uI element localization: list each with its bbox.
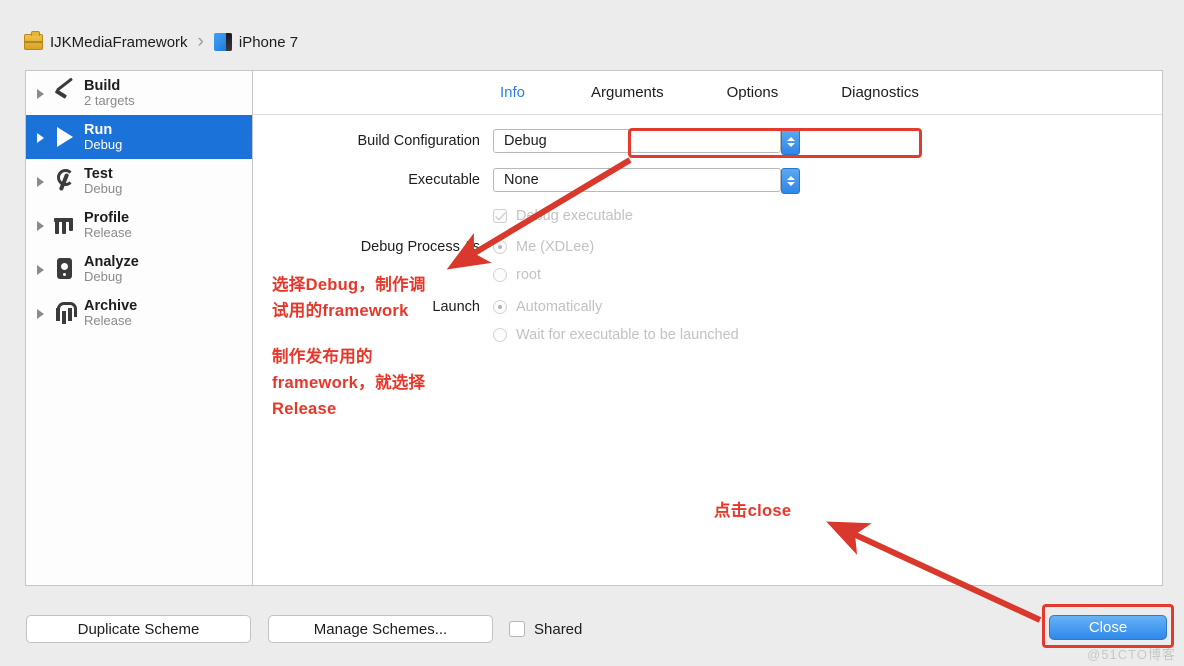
chevron-updown-icon[interactable] [781, 168, 800, 194]
manage-schemes-button[interactable]: Manage Schemes... [268, 615, 493, 643]
wrench-icon [52, 167, 79, 195]
breadcrumb-project[interactable]: IJKMediaFramework [50, 34, 188, 51]
build-configuration-value: Debug [504, 133, 547, 149]
debug-executable-row: Debug executable [253, 208, 633, 224]
sidebar-item-test[interactable]: Test Debug [26, 159, 252, 203]
sidebar-item-archive[interactable]: Archive Release [26, 291, 252, 335]
watermark: @51CTO博客 [1087, 647, 1176, 662]
sidebar-item-analyze[interactable]: Analyze Debug [26, 247, 252, 291]
sidebar-item-sublabel: Debug [84, 268, 123, 284]
executable-row: Executable None [253, 168, 800, 194]
sidebar-item-sublabel: Release [84, 312, 132, 328]
sidebar-item-sublabel: 2 targets [84, 92, 135, 108]
archive-icon [52, 299, 79, 327]
debug-process-as-radio-root[interactable] [493, 268, 507, 282]
breadcrumb: IJKMediaFramework › iPhone 7 [24, 28, 298, 56]
annotation-release-note: 制作发布用的 framework，就选择 Release [272, 348, 426, 419]
executable-label: Executable [408, 172, 480, 188]
breadcrumb-separator-icon: › [197, 31, 204, 52]
debug-process-as-row: Debug Process As Me (XDLee) [253, 239, 594, 255]
gauge-icon [52, 211, 79, 239]
build-configuration-row: Build Configuration Debug [253, 129, 800, 155]
debug-executable-checkbox[interactable] [493, 209, 507, 223]
launch-option-automatically-label: Automatically [516, 299, 603, 315]
build-configuration-label: Build Configuration [357, 133, 480, 149]
footer-bar: Duplicate Scheme Manage Schemes... Share… [0, 596, 1184, 666]
tab-bar: Info Arguments Options Diagnostics [253, 71, 1162, 115]
launch-radio-wait[interactable] [493, 328, 507, 342]
annotation-close-note: 点击close [714, 502, 792, 520]
tab-info[interactable]: Info [496, 84, 529, 101]
sidebar-item-label: Analyze [84, 253, 139, 270]
disclosure-triangle-icon[interactable] [34, 131, 47, 144]
sidebar-item-label: Run [84, 121, 113, 138]
sidebar-item-label: Test [84, 165, 113, 182]
shared-checkbox-group[interactable]: Shared [509, 615, 582, 643]
annotation-config-note: 选择Debug，制作调 试用的framework [272, 276, 426, 321]
sidebar-item-sublabel: Debug [84, 180, 123, 196]
launch-wait-row: Wait for executable to be launched [253, 327, 739, 343]
debug-process-as-label: Debug Process As [360, 239, 480, 255]
sidebar-item-build[interactable]: Build 2 targets [26, 71, 252, 115]
chevron-updown-icon[interactable] [781, 129, 800, 155]
executable-select[interactable]: None [493, 168, 800, 194]
close-button[interactable]: Close [1049, 615, 1167, 640]
sidebar-item-label: Build [84, 77, 121, 94]
analyze-icon [52, 255, 79, 283]
sidebar-item-label: Archive [84, 297, 138, 314]
sidebar-item-sublabel: Release [84, 224, 132, 240]
launch-option-wait-label: Wait for executable to be launched [516, 327, 739, 343]
sidebar-item-run[interactable]: Run Debug [26, 115, 252, 159]
debug-process-as-option-me-label: Me (XDLee) [516, 239, 595, 255]
scheme-detail-pane: Info Arguments Options Diagnostics Build… [253, 71, 1162, 585]
sidebar-item-sublabel: Debug [84, 136, 123, 152]
scheme-action-list: Build 2 targets Run Debug Test Debug Pro… [26, 71, 253, 585]
shared-checkbox[interactable] [509, 621, 525, 637]
tab-options[interactable]: Options [723, 84, 783, 101]
shared-label: Shared [534, 620, 583, 638]
tab-diagnostics[interactable]: Diagnostics [837, 84, 923, 101]
play-icon [52, 123, 79, 151]
scheme-editor-panel: Build 2 targets Run Debug Test Debug Pro… [25, 70, 1163, 586]
hammer-icon [52, 79, 79, 107]
debug-process-as-option-root-label: root [516, 267, 541, 283]
disclosure-triangle-icon[interactable] [34, 307, 47, 320]
disclosure-triangle-icon[interactable] [34, 175, 47, 188]
duplicate-scheme-button[interactable]: Duplicate Scheme [26, 615, 251, 643]
disclosure-triangle-icon[interactable] [34, 263, 47, 276]
briefcase-icon [24, 31, 43, 50]
build-configuration-select[interactable]: Debug [493, 129, 800, 155]
device-icon [213, 33, 232, 51]
debug-executable-label: Debug executable [516, 208, 633, 224]
executable-value: None [504, 172, 539, 188]
disclosure-triangle-icon[interactable] [34, 87, 47, 100]
sidebar-item-profile[interactable]: Profile Release [26, 203, 252, 247]
debug-process-as-radio-me[interactable] [493, 240, 507, 254]
disclosure-triangle-icon[interactable] [34, 219, 47, 232]
sidebar-item-label: Profile [84, 209, 130, 226]
launch-radio-automatically[interactable] [493, 300, 507, 314]
tab-arguments[interactable]: Arguments [587, 84, 668, 101]
breadcrumb-device[interactable]: iPhone 7 [239, 34, 298, 51]
